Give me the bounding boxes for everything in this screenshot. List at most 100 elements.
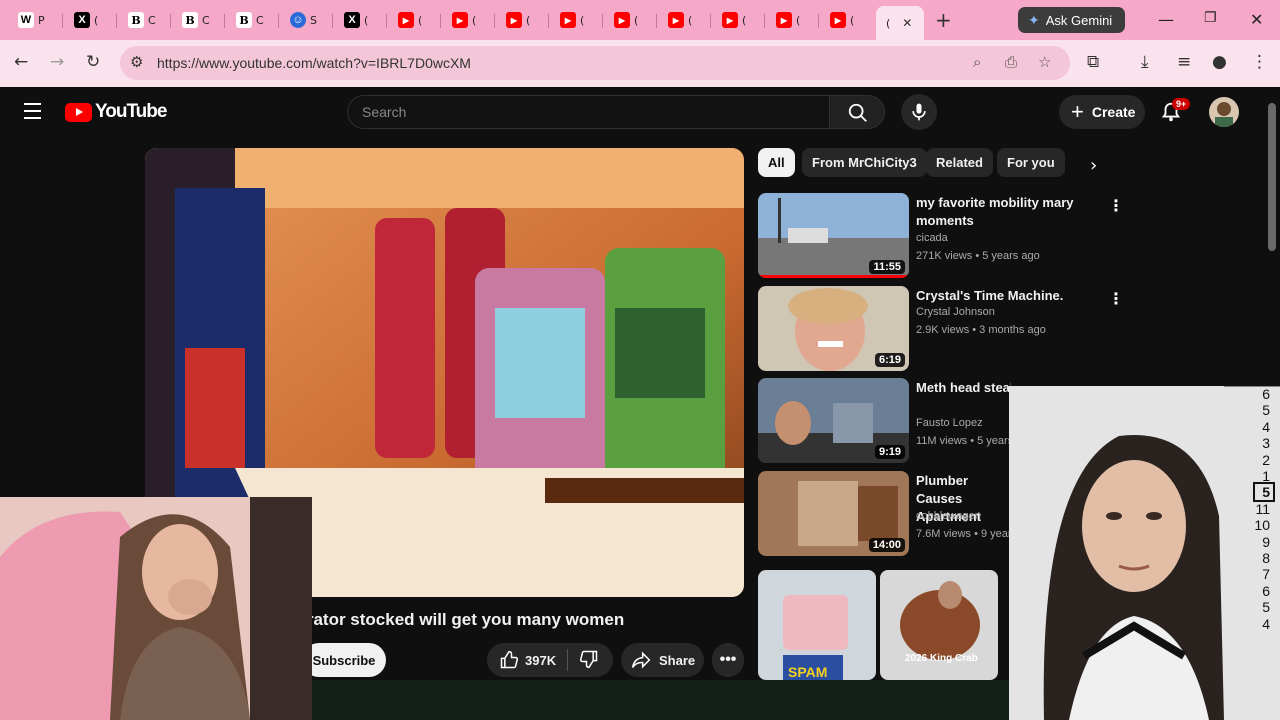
url-text: https://www.youtube.com/watch?v=IBRL7D0w… bbox=[157, 55, 471, 71]
hamburger-menu-icon[interactable] bbox=[24, 103, 41, 124]
back-arrow-icon[interactable]: ← bbox=[14, 52, 28, 72]
youtube-logo[interactable]: YouTube bbox=[65, 101, 167, 123]
video-thumbnail[interactable]: 11:55 bbox=[758, 193, 909, 278]
restore-icon[interactable]: ❐ bbox=[1204, 10, 1217, 26]
ask-gemini-button[interactable]: ✦ Ask Gemini bbox=[1018, 7, 1125, 33]
tab-title: ( bbox=[526, 13, 531, 27]
chip-from-channel[interactable]: From MrChiCity3 bbox=[802, 148, 927, 177]
channel-name[interactable]: cobblewagen bbox=[916, 510, 981, 522]
browser-tab[interactable]: ▶ ( bbox=[820, 6, 854, 34]
new-tab-button[interactable]: + bbox=[935, 10, 952, 30]
more-vertical-icon[interactable]: ⋮ bbox=[1108, 289, 1124, 308]
tab-title: ( bbox=[472, 13, 477, 27]
site-info-icon[interactable]: ⚙ bbox=[130, 53, 143, 71]
short-label: 2026 King Crab bbox=[905, 653, 978, 664]
zoom-icon[interactable]: ⌕ bbox=[973, 53, 981, 71]
video-duration: 14:00 bbox=[868, 538, 905, 552]
browser-tab[interactable]: ▶ ( bbox=[496, 6, 530, 34]
address-bar[interactable]: ⚙ https://www.youtube.com/watch?v=IBRL7D… bbox=[120, 46, 1070, 80]
browser-tab[interactable]: ▶ ( bbox=[442, 6, 476, 34]
forward-arrow-icon[interactable]: → bbox=[50, 52, 64, 72]
recommendation-item[interactable]: 11:55 my favorite mobility mary moments … bbox=[758, 193, 1128, 279]
browser-tab[interactable]: X ( bbox=[334, 6, 368, 34]
more-options-icon[interactable]: ⋮ bbox=[1251, 52, 1268, 72]
install-app-icon[interactable]: ⎙ bbox=[1005, 53, 1017, 71]
upload-age: 5 years bbox=[977, 435, 1014, 447]
watch-progress-bar bbox=[758, 275, 909, 278]
page-scrollbar[interactable] bbox=[1268, 103, 1276, 251]
video-thumbnail[interactable]: 9:19 bbox=[758, 378, 909, 463]
view-count: 7.6M views bbox=[916, 528, 972, 540]
view-count: 11M views bbox=[916, 435, 968, 447]
search-placeholder: Search bbox=[362, 104, 407, 120]
tab-divider bbox=[386, 14, 387, 28]
avatar[interactable] bbox=[1209, 97, 1239, 127]
browser-tab[interactable]: ▶ ( bbox=[604, 6, 638, 34]
youtube-icon: ▶ bbox=[452, 12, 468, 28]
like-button[interactable]: 397K bbox=[487, 650, 567, 670]
search-button[interactable] bbox=[829, 95, 885, 129]
more-vertical-icon[interactable]: ⋮ bbox=[1108, 196, 1124, 215]
video-meta: 271K views • 5 years ago bbox=[916, 250, 1040, 262]
upload-age: 3 months ago bbox=[979, 324, 1046, 336]
chip-related[interactable]: Related bbox=[926, 148, 993, 177]
bookmark-star-icon[interactable]: ☆ bbox=[1038, 53, 1051, 71]
tab-title: ( bbox=[850, 13, 855, 27]
browser-tab[interactable]: ▶ ( bbox=[550, 6, 584, 34]
recommendation-item[interactable]: 6:19 Crystal's Time Machine. Crystal Joh… bbox=[758, 286, 1128, 372]
video-title: Meth head steals during delivery in bbox=[916, 380, 1011, 395]
close-window-icon[interactable]: ✕ bbox=[1250, 10, 1263, 29]
b-icon: B bbox=[128, 12, 144, 28]
browser-tab[interactable]: B C bbox=[172, 6, 210, 34]
channel-name[interactable]: Crystal Johnson bbox=[916, 306, 995, 318]
channel-name[interactable]: Fausto Lopez bbox=[916, 417, 983, 429]
short-thumbnail[interactable]: 2026 King Crab bbox=[880, 570, 998, 680]
browser-tab[interactable]: W P bbox=[8, 6, 45, 34]
browser-tab[interactable]: ▶ ( bbox=[712, 6, 746, 34]
search-input[interactable]: Search bbox=[347, 95, 830, 129]
extensions-icon[interactable]: ⧉ bbox=[1087, 52, 1099, 72]
video-thumbnail[interactable]: 14:00 bbox=[758, 471, 909, 556]
more-actions-button[interactable]: ••• bbox=[712, 643, 744, 677]
chip-all[interactable]: All bbox=[758, 148, 795, 177]
chevron-right-icon[interactable]: › bbox=[1090, 155, 1097, 176]
youtube-icon: ▶ bbox=[830, 12, 846, 28]
profile-icon[interactable]: ● bbox=[1212, 52, 1227, 72]
close-tab-icon[interactable]: ✕ bbox=[902, 16, 912, 30]
browser-tab[interactable]: ▶ ( bbox=[388, 6, 422, 34]
tab-title: P bbox=[38, 13, 45, 27]
share-button[interactable]: Share bbox=[621, 643, 704, 677]
browser-tab[interactable]: ▶ ( bbox=[766, 6, 800, 34]
like-count: 397K bbox=[525, 652, 557, 668]
download-icon[interactable]: ⤓ bbox=[1141, 52, 1149, 72]
subscribe-button[interactable]: Subscribe bbox=[302, 643, 386, 677]
voice-search-button[interactable] bbox=[901, 94, 937, 130]
tab-title: ( bbox=[364, 13, 369, 27]
thumbs-up-icon bbox=[500, 650, 519, 669]
video-duration: 6:19 bbox=[874, 353, 905, 367]
video-thumbnail[interactable]: 6:19 bbox=[758, 286, 909, 371]
tab-divider bbox=[602, 14, 603, 28]
tab-divider bbox=[332, 14, 333, 28]
short-thumbnail[interactable]: SPAM bbox=[758, 570, 876, 680]
b-icon: B bbox=[236, 12, 252, 28]
youtube-wordmark: YouTube bbox=[95, 101, 167, 122]
browser-tab[interactable]: B C bbox=[226, 6, 264, 34]
reload-icon[interactable]: ↻ bbox=[86, 52, 100, 72]
browser-tab[interactable]: ☺ S bbox=[280, 6, 317, 34]
browser-tab[interactable]: X ( bbox=[64, 6, 98, 34]
minimize-icon[interactable]: — bbox=[1158, 10, 1174, 29]
chip-for-you[interactable]: For you bbox=[997, 148, 1065, 177]
microphone-icon bbox=[912, 103, 926, 121]
create-button[interactable]: + Create bbox=[1059, 95, 1145, 129]
x-icon: X bbox=[74, 12, 90, 28]
dislike-button[interactable] bbox=[568, 649, 599, 672]
browser-tab-active[interactable]: ( ✕ bbox=[876, 6, 924, 40]
tab-divider bbox=[440, 14, 441, 28]
browser-tab[interactable]: B C bbox=[118, 6, 156, 34]
media-control-icon[interactable]: ≡ bbox=[1177, 52, 1191, 72]
channel-name[interactable]: cicada bbox=[916, 232, 948, 244]
browser-tab[interactable]: ▶ ( bbox=[658, 6, 692, 34]
tab-divider bbox=[278, 14, 279, 28]
emoji-icon: ☺ bbox=[290, 12, 306, 28]
